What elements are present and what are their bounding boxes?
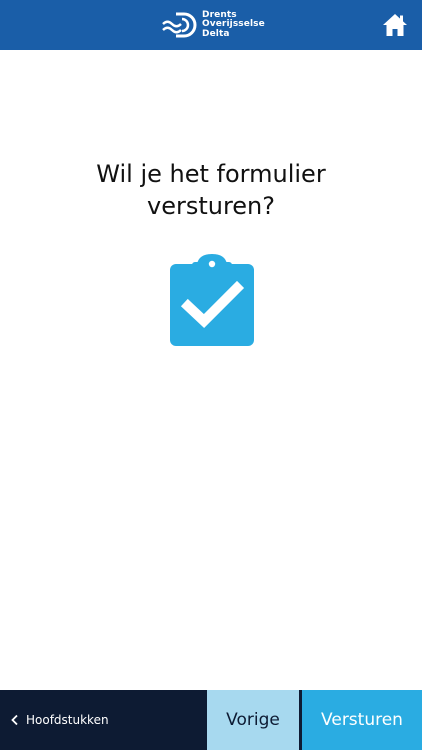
- clipboard-check-icon: [170, 254, 254, 346]
- previous-button[interactable]: Vorige: [207, 690, 299, 750]
- home-icon: [383, 14, 407, 36]
- question-line-1: Wil je het formulier: [96, 160, 326, 188]
- logo: Drents Overijsselse Delta: [162, 9, 272, 41]
- footer-nav: Hoofdstukken Vorige Versturen: [0, 690, 422, 750]
- app-header: Drents Overijsselse Delta: [0, 0, 422, 50]
- question-line-2: versturen?: [146, 192, 275, 220]
- logo-line-3: Delta: [202, 28, 230, 39]
- home-button[interactable]: [382, 12, 408, 38]
- logo-text: Drents Overijsselse Delta: [202, 10, 265, 40]
- chapters-label: Hoofdstukken: [26, 713, 109, 727]
- chevron-left-icon: [10, 714, 20, 726]
- send-button[interactable]: Versturen: [302, 690, 422, 750]
- confirm-question: Wil je het formulier versturen?: [0, 158, 422, 222]
- waterboard-logo-icon: [162, 12, 197, 38]
- chapters-button[interactable]: Hoofdstukken: [0, 690, 207, 750]
